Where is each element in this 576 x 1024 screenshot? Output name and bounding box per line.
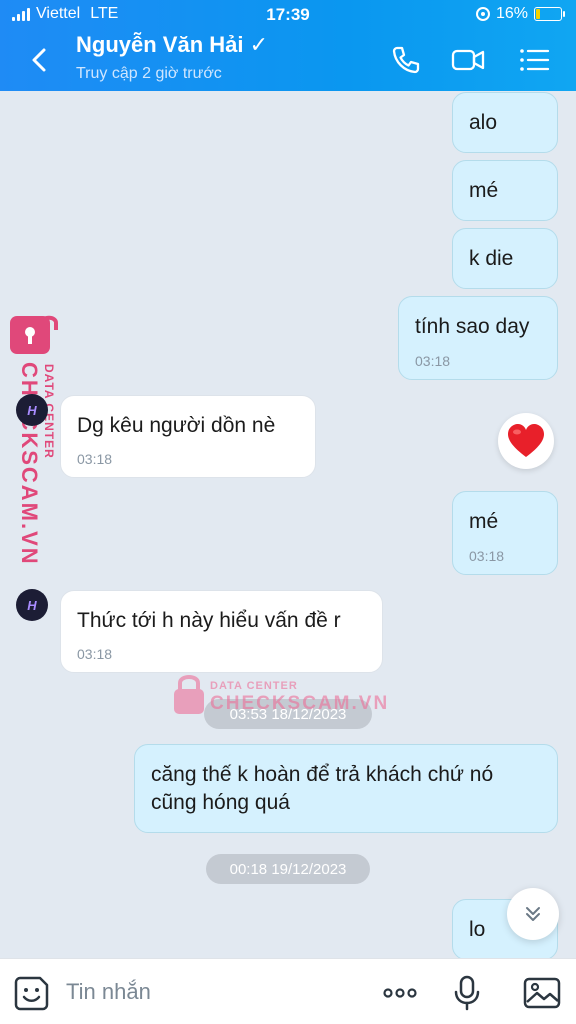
watermark-center: DATA CENTER CHECKSCAM.VN xyxy=(172,672,387,720)
lock-logo-icon xyxy=(174,675,204,714)
contact-avatar[interactable]: H xyxy=(16,394,48,426)
message-bubble-sent[interactable]: k die xyxy=(452,228,558,289)
watermark-label: DATA CENTER xyxy=(210,680,298,692)
message-time: 03:18 xyxy=(77,646,113,662)
video-call-icon[interactable] xyxy=(450,42,486,78)
watermark-domain: CHECKSCAM.VN xyxy=(17,362,42,566)
battery-icon xyxy=(534,7,565,21)
sticker-emoji-icon[interactable] xyxy=(12,973,52,1013)
message-text: tính sao day xyxy=(415,315,530,338)
watermark-side: CHECKSCAM.VN DATA CENTER xyxy=(6,312,66,566)
message-input[interactable]: Tin nhắn xyxy=(66,979,151,1005)
message-bubble-sent[interactable]: mé 03:18 xyxy=(452,491,558,575)
message-bubble-sent[interactable]: căng thế k hoàn để trả khách chứ nó cũng… xyxy=(134,744,558,833)
date-separator: 00:18 19/12/2023 xyxy=(206,854,370,884)
battery-percent: 16% xyxy=(495,5,528,22)
phone-call-icon[interactable] xyxy=(388,42,424,78)
message-time: 03:18 xyxy=(77,451,113,467)
message-bubble-received[interactable]: Dg kêu người dồn nè 03:18 xyxy=(60,395,316,478)
microphone-icon[interactable] xyxy=(447,973,487,1013)
message-time: 03:18 xyxy=(469,548,505,564)
message-bubble-sent[interactable]: tính sao day 03:18 xyxy=(398,296,558,380)
verified-mark: ✓ xyxy=(249,32,269,57)
more-options-icon[interactable] xyxy=(380,973,420,1013)
message-bubble-sent[interactable]: alo xyxy=(452,92,558,153)
heart-icon xyxy=(508,424,544,457)
orientation-lock-icon xyxy=(475,7,490,21)
message-text: Dg kêu người dồn nè xyxy=(77,414,276,437)
image-gallery-icon[interactable] xyxy=(522,973,562,1013)
message-text: mé xyxy=(469,179,499,202)
message-bubble-sent[interactable]: mé xyxy=(452,160,558,221)
back-arrow-icon[interactable] xyxy=(22,42,58,78)
chat-header: Viettel LTE 17:39 16% Nguyễn Văn Hải ✓ T… xyxy=(0,0,576,91)
menu-list-icon[interactable] xyxy=(516,42,552,78)
lock-logo-icon xyxy=(10,315,58,354)
message-text: mé xyxy=(469,510,499,533)
message-text: Thức tới h này hiểu vấn đề r xyxy=(77,609,341,632)
heart-reaction-button[interactable] xyxy=(498,413,554,469)
status-bar: Viettel LTE 17:39 16% xyxy=(0,0,576,30)
contact-avatar[interactable]: H xyxy=(16,589,48,621)
message-text: alo xyxy=(469,111,498,134)
message-text: căng thế k hoàn để trả khách chứ nó cũng… xyxy=(151,763,494,814)
double-chevron-down-icon xyxy=(526,907,540,921)
message-input-bar: Tin nhắn xyxy=(0,958,576,1024)
message-time: 03:18 xyxy=(415,353,451,369)
message-text: k die xyxy=(469,247,514,270)
watermark-domain: CHECKSCAM.VN xyxy=(210,693,390,714)
contact-name[interactable]: Nguyễn Văn Hải ✓ xyxy=(76,32,268,58)
scroll-to-bottom-button[interactable] xyxy=(507,888,559,940)
last-seen-status: Truy cập 2 giờ trước xyxy=(76,65,222,82)
message-bubble-received[interactable]: Thức tới h này hiểu vấn đề r 03:18 xyxy=(60,590,383,673)
